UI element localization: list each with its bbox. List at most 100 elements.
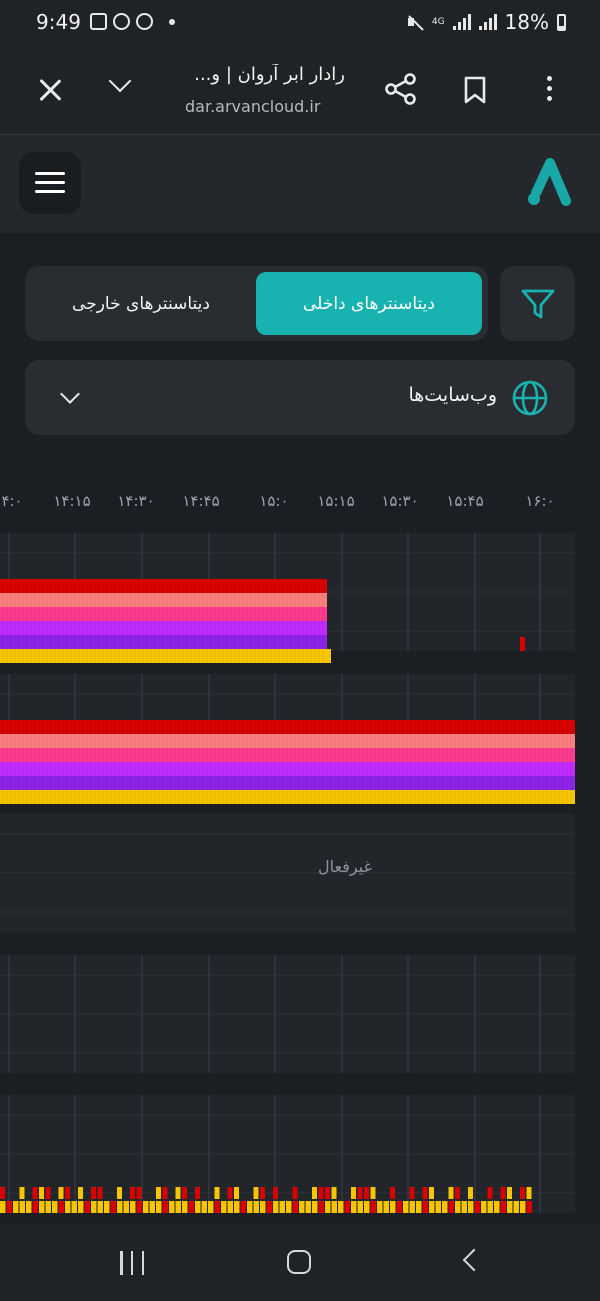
status-mark [526, 1201, 532, 1213]
status-band [0, 649, 331, 663]
status-mark [429, 1201, 435, 1213]
status-mark [292, 1187, 298, 1199]
status-mark [253, 1201, 259, 1213]
status-mark [149, 1201, 155, 1213]
status-mark [422, 1201, 428, 1213]
status-mark [32, 1201, 38, 1213]
status-mark [130, 1187, 135, 1199]
status-mark [409, 1187, 415, 1199]
status-mark [338, 1201, 344, 1213]
tab-external-datacenters[interactable]: دیتاسنترهای خارجی [31, 272, 251, 335]
status-mark [351, 1201, 357, 1213]
status-mark [312, 1187, 317, 1199]
status-mark [403, 1201, 409, 1213]
status-mark [58, 1201, 64, 1213]
status-bar: 9:49 4G 18% [0, 0, 600, 46]
share-icon[interactable] [384, 72, 418, 106]
vpn-icon [113, 13, 130, 30]
settings-icon [136, 13, 153, 30]
status-mark [136, 1187, 142, 1199]
status-mark [143, 1201, 149, 1213]
status-mark [351, 1187, 356, 1199]
status-mark [84, 1201, 90, 1213]
status-mark [260, 1201, 266, 1213]
status-mark [520, 1187, 525, 1199]
status-mark [214, 1187, 220, 1199]
status-band [0, 790, 575, 804]
time-tick: ۱۴:۱۵ [53, 492, 90, 510]
status-mark [208, 1201, 214, 1213]
status-band [0, 776, 575, 790]
status-mark [487, 1201, 493, 1213]
globe-icon [512, 380, 548, 416]
status-mark [117, 1187, 122, 1199]
websites-dropdown[interactable]: وب‌سایت‌ها [25, 360, 575, 435]
status-mark [65, 1187, 70, 1199]
menu-button[interactable] [19, 152, 81, 214]
status-mark [156, 1187, 161, 1199]
status-mark [240, 1201, 246, 1213]
status-mark [58, 1187, 64, 1199]
recent-apps-icon[interactable] [120, 1251, 144, 1275]
status-mark [474, 1201, 480, 1213]
status-band [0, 635, 327, 649]
close-icon[interactable] [36, 76, 64, 104]
status-mark [513, 1201, 519, 1213]
status-mark [0, 1187, 5, 1199]
signal-icon [452, 14, 471, 30]
status-mark [429, 1187, 434, 1199]
bookmark-icon[interactable] [462, 76, 488, 104]
status-mark [130, 1201, 136, 1213]
back-icon[interactable] [462, 1248, 486, 1272]
status-mark [357, 1201, 363, 1213]
battery-level: 18% [504, 10, 549, 34]
status-mark [500, 1201, 506, 1213]
status-mark [442, 1201, 448, 1213]
chevron-down-icon[interactable] [108, 69, 132, 93]
status-band [0, 720, 575, 734]
time-tick: ۱۵:۴۵ [446, 492, 483, 510]
status-mark [500, 1187, 506, 1199]
status-mark [286, 1201, 292, 1213]
status-mark [52, 1201, 58, 1213]
status-mark [422, 1187, 428, 1199]
status-mark [390, 1201, 396, 1213]
network-type: 4G [431, 16, 445, 27]
status-mark [169, 1201, 175, 1213]
site-header [0, 135, 600, 233]
home-icon[interactable] [287, 1250, 311, 1274]
status-mark [305, 1201, 311, 1213]
time-tick: ۱۶:۰ [525, 492, 554, 510]
status-mark [71, 1201, 77, 1213]
status-mark [409, 1201, 415, 1213]
status-mark [520, 1201, 526, 1213]
tab-internal-datacenters[interactable]: دیتاسنترهای داخلی [256, 272, 482, 335]
status-mark [331, 1201, 337, 1213]
status-band [0, 762, 575, 776]
filter-button[interactable] [500, 266, 575, 341]
status-time: 9:49 [36, 10, 81, 34]
status-mark [19, 1201, 25, 1213]
status-mark [227, 1201, 233, 1213]
system-icons: 4G 18% [406, 10, 566, 34]
status-mark [97, 1201, 103, 1213]
status-mark [526, 1187, 532, 1199]
status-mark [32, 1187, 38, 1199]
arvan-logo-icon[interactable] [522, 155, 578, 211]
status-mark [123, 1201, 129, 1213]
more-vert-icon[interactable] [544, 76, 554, 104]
status-mark [377, 1201, 383, 1213]
status-mark [78, 1201, 84, 1213]
mute-icon [406, 14, 424, 30]
status-mark [273, 1201, 279, 1213]
status-band [0, 734, 575, 748]
status-mark [39, 1187, 44, 1199]
status-mark [234, 1201, 240, 1213]
status-mark [0, 1201, 6, 1213]
status-mark [26, 1201, 32, 1213]
dropdown-label: وب‌سایت‌ها [408, 384, 497, 406]
status-mark [175, 1187, 181, 1199]
status-mark [455, 1201, 461, 1213]
page-url[interactable]: dar.arvancloud.ir [185, 97, 320, 116]
time-tick: ۱۴:۰ [0, 492, 23, 510]
